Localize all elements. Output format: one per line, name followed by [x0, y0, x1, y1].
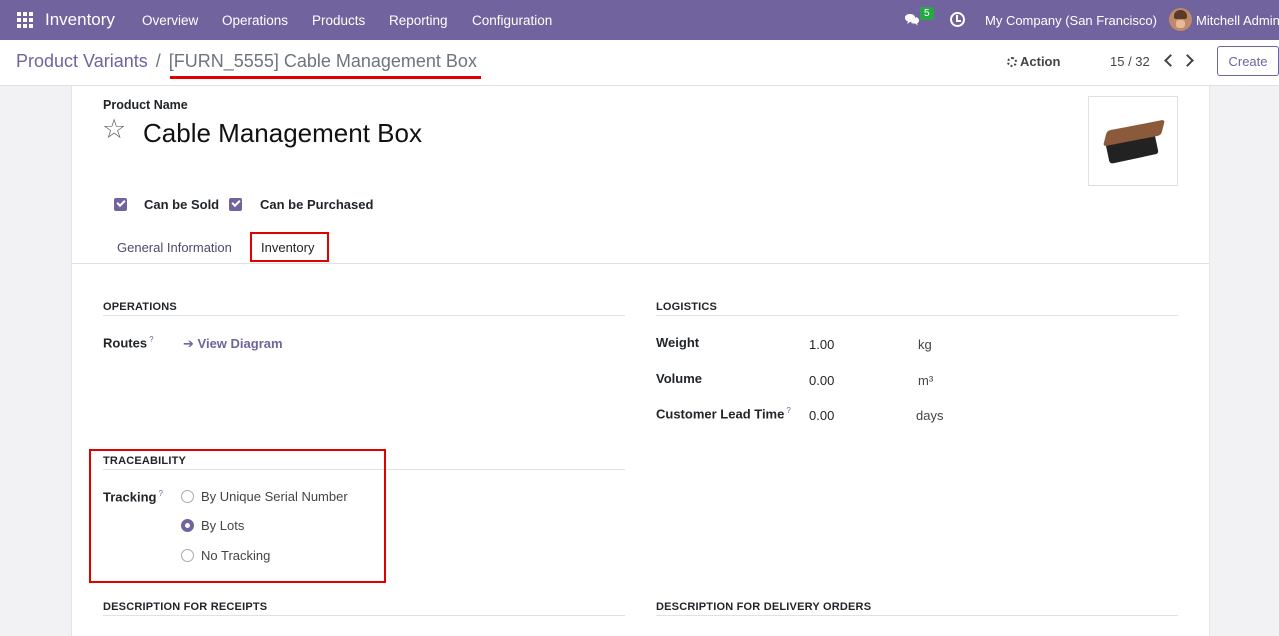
company-switcher[interactable]: My Company (San Francisco) [985, 13, 1157, 28]
can-be-purchased-checkbox[interactable] [229, 198, 242, 211]
tracking-radio-none[interactable] [181, 549, 194, 562]
breadcrumb-parent-link[interactable]: Product Variants [16, 51, 148, 71]
action-menu-button[interactable]: Action [1007, 54, 1060, 69]
chevron-left-icon[interactable] [1164, 54, 1177, 67]
product-image[interactable] [1088, 96, 1178, 186]
tracking-option-serial[interactable]: By Unique Serial Number [201, 489, 348, 504]
operations-section-title: OPERATIONS [103, 301, 177, 313]
help-icon: ? [149, 335, 154, 344]
chevron-right-icon[interactable] [1181, 54, 1194, 67]
top-navbar: Inventory Overview Operations Products R… [0, 0, 1279, 40]
product-name-field[interactable]: Cable Management Box [143, 118, 422, 149]
lead-time-unit: days [916, 408, 944, 423]
avatar[interactable] [1169, 8, 1192, 31]
help-icon: ? [158, 489, 163, 498]
tracking-radio-lots[interactable] [181, 519, 194, 532]
logistics-divider [656, 315, 1178, 316]
tab-general-information[interactable]: General Information [117, 240, 232, 255]
highlight-underline [170, 76, 481, 79]
chat-icon[interactable] [904, 13, 920, 26]
tracking-option-lots[interactable]: By Lots [201, 518, 244, 533]
menu-reporting[interactable]: Reporting [389, 13, 448, 28]
volume-unit: m³ [918, 373, 934, 388]
chat-count-badge: 5 [920, 7, 934, 20]
menu-configuration[interactable]: Configuration [472, 13, 552, 28]
customer-lead-time-label: Customer Lead Time? [656, 406, 791, 422]
clock-icon[interactable] [950, 12, 965, 27]
weight-unit: kg [918, 337, 932, 352]
create-button[interactable]: Create [1217, 46, 1279, 76]
tracking-option-none[interactable]: No Tracking [201, 548, 270, 563]
customer-lead-time-field[interactable]: 0.00 [809, 408, 834, 423]
breadcrumb-current: [FURN_5555] Cable Management Box [168, 51, 477, 71]
can-be-sold-label: Can be Sold [144, 197, 220, 212]
product-name-label: Product Name [103, 98, 188, 112]
user-menu[interactable]: Mitchell Admin [1196, 13, 1279, 28]
delivery-description-title: DESCRIPTION FOR DELIVERY ORDERS [656, 601, 872, 613]
routes-label: Routes? [103, 335, 154, 351]
operations-divider [103, 315, 625, 316]
apps-grid-icon[interactable] [17, 12, 33, 28]
weight-field[interactable]: 1.00 [809, 337, 834, 352]
tab-inventory[interactable]: Inventory [261, 240, 314, 255]
menu-overview[interactable]: Overview [142, 13, 198, 28]
pager-value[interactable]: 15 / 32 [1110, 54, 1150, 69]
weight-label: Weight [656, 335, 700, 350]
volume-label: Volume [656, 371, 702, 386]
star-icon[interactable]: ☆ [102, 116, 126, 143]
volume-field[interactable]: 0.00 [809, 373, 834, 388]
form-sheet: Product Name ☆ Cable Management Box Can … [71, 86, 1210, 636]
app-title[interactable]: Inventory [45, 10, 115, 30]
view-diagram-link[interactable]: ➔ View Diagram [183, 336, 283, 352]
help-icon: ? [786, 406, 791, 415]
can-be-purchased-label: Can be Purchased [260, 197, 374, 212]
logistics-section-title: LOGISTICS [656, 301, 718, 313]
menu-operations[interactable]: Operations [222, 13, 288, 28]
receipts-description-title: DESCRIPTION FOR RECEIPTS [103, 601, 268, 613]
tab-divider [72, 263, 1209, 264]
delivery-divider [656, 615, 1178, 616]
breadcrumb: Product Variants / [FURN_5555] Cable Man… [16, 51, 477, 72]
can-be-sold-checkbox[interactable] [114, 198, 127, 211]
gear-icon [1007, 57, 1017, 67]
tracking-radio-serial[interactable] [181, 490, 194, 503]
receipts-divider [103, 615, 625, 616]
control-panel: Product Variants / [FURN_5555] Cable Man… [0, 40, 1279, 86]
breadcrumb-separator: / [155, 51, 161, 71]
tracking-label: Tracking? [103, 489, 163, 505]
menu-products[interactable]: Products [312, 13, 365, 28]
